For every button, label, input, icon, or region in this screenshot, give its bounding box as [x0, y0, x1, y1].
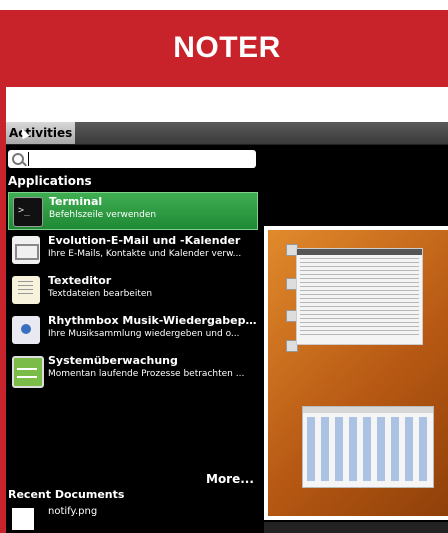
mail-icon: [12, 236, 40, 264]
banner-title: NOTER: [173, 31, 281, 64]
recent-document-name: notify.png: [48, 506, 98, 517]
app-item-rhythmbox[interactable]: Rhythmbox Musik-Wiedergabepro... Ihre Mu…: [8, 312, 258, 350]
app-item-texteditor[interactable]: Texteditor Textdateien bearbeiten: [8, 272, 258, 310]
system-monitor-icon: [12, 356, 44, 388]
recent-documents-title: Recent Documents: [8, 488, 125, 501]
page-frame: NOTER Activities Applications Terminal B…: [0, 0, 448, 533]
app-name: Texteditor: [48, 274, 112, 287]
app-description: Momentan laufende Prozesse betrachten ..…: [48, 369, 245, 379]
banner: NOTER: [6, 10, 448, 86]
app-name: Systemüberwachung: [48, 354, 178, 367]
window-thumbnail-editor[interactable]: [296, 248, 423, 345]
window-content: [307, 417, 429, 481]
text-caret: [28, 152, 29, 166]
app-item-evolution[interactable]: Evolution-E-Mail und -Kalender Ihre E-Ma…: [8, 232, 258, 270]
recent-document-item[interactable]: notify.png: [10, 504, 258, 530]
top-panel: Activities: [6, 122, 448, 145]
music-player-icon: [12, 316, 40, 344]
app-item-system-monitor[interactable]: Systemüberwachung Momentan laufende Proz…: [8, 352, 258, 390]
more-button[interactable]: More...: [206, 472, 254, 486]
search-input[interactable]: [8, 150, 256, 168]
activities-button[interactable]: Activities: [6, 122, 76, 144]
app-description: Textdateien bearbeiten: [48, 289, 153, 299]
terminal-icon: [13, 197, 43, 227]
app-description: Ihre Musiksammlung wiedergeben und o...: [48, 329, 240, 339]
applications-list: Terminal Befehlszeile verwenden Evolutio…: [8, 192, 258, 392]
app-item-terminal[interactable]: Terminal Befehlszeile verwenden: [8, 192, 258, 230]
text-editor-icon: [12, 276, 40, 304]
search-icon: [12, 153, 24, 165]
window-content: [300, 258, 419, 336]
desktop-screen: Activities Applications Terminal Befehls…: [6, 122, 448, 533]
document-thumbnail-icon: [12, 508, 34, 530]
app-name: Rhythmbox Musik-Wiedergabepro...: [48, 314, 258, 327]
window-titlebar: [303, 407, 433, 413]
top-margin: [0, 0, 448, 8]
app-description: Ihre E-Mails, Kontakte und Kalender verw…: [48, 249, 242, 259]
app-description: Befehlszeile verwenden: [49, 210, 157, 220]
app-name: Terminal: [49, 195, 103, 208]
window-thumbnail-app[interactable]: [302, 406, 434, 488]
workspace-strip: [264, 522, 448, 533]
window-titlebar: [297, 249, 422, 255]
workspace-thumbnail[interactable]: [264, 226, 448, 520]
app-name: Evolution-E-Mail und -Kalender: [48, 234, 241, 247]
banner-spacer: [6, 86, 448, 123]
applications-title: Applications: [8, 174, 92, 188]
workspace-desktop: [268, 230, 448, 516]
